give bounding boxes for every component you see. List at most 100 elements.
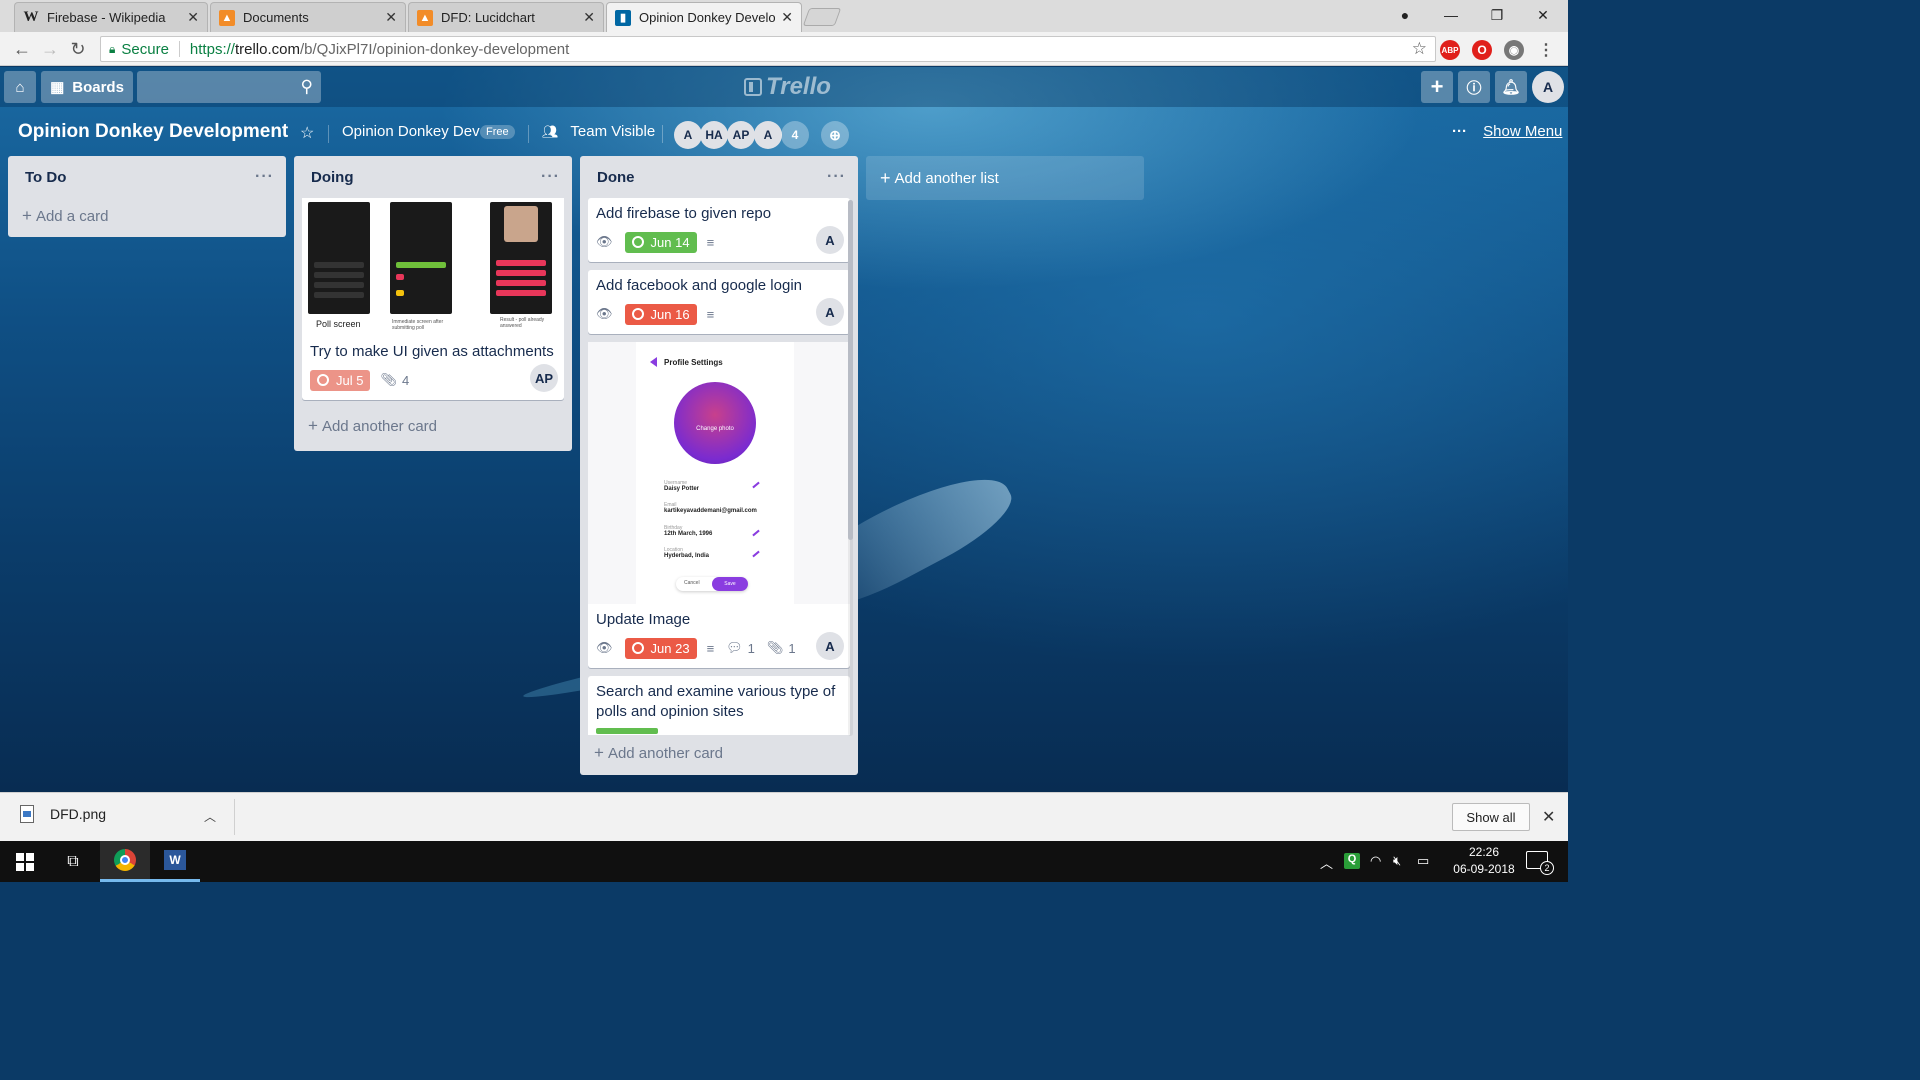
board-title[interactable]: Opinion Donkey Development (18, 121, 288, 143)
show-all-button[interactable]: Show all (1452, 803, 1530, 831)
new-tab-button[interactable] (802, 8, 842, 26)
list-menu-icon[interactable]: ··· (541, 168, 560, 186)
reload-icon[interactable]: ↻ (66, 37, 90, 61)
tab-firebase-wikipedia[interactable]: W Firebase - Wikipedia ✕ (14, 2, 208, 32)
tab-close-icon[interactable]: ✕ (583, 9, 595, 26)
minimize-icon[interactable]: — (1428, 0, 1474, 30)
card-member-avatar[interactable]: A (816, 632, 844, 660)
add-list-label: Add another list (894, 169, 999, 187)
card-cover-image: Profile Settings Change photo Username D… (588, 342, 850, 604)
add-card-button[interactable]: + Add another card (294, 408, 572, 444)
search-input[interactable]: ⚲ (137, 71, 321, 103)
adblock-plus-icon[interactable]: ABP (1440, 40, 1460, 60)
volume-icon[interactable]: 🔇︎ (1393, 853, 1401, 869)
mockup-field: Email kartikeyavaddemani@gmail.com (664, 502, 757, 514)
list-header[interactable]: To Do ··· (8, 156, 286, 198)
window-close-icon[interactable]: ✕ (1520, 0, 1566, 30)
system-clock[interactable]: 22:26 06-09-2018 (1446, 844, 1522, 878)
card-ui-attachments[interactable]: Poll screen Immediate screen after submi… (302, 198, 564, 400)
comment-icon: 💬︎ (726, 640, 743, 655)
add-icon[interactable]: + (1421, 71, 1453, 103)
profile-photo (674, 382, 756, 464)
opera-icon[interactable]: O (1472, 40, 1492, 60)
search-icon[interactable]: ⚲ (301, 77, 313, 97)
card-add-firebase[interactable]: Add firebase to given repo 👁︎ Jun 14 ≡ A (588, 198, 850, 262)
tab-close-icon[interactable]: ✕ (781, 9, 793, 26)
card-member-avatar[interactable]: AP (530, 364, 558, 392)
plus-icon: + (594, 743, 604, 762)
globe-icon[interactable]: ◉ (1504, 40, 1524, 60)
member-avatar[interactable]: AP (727, 121, 755, 149)
bookmark-star-icon[interactable]: ☆ (1412, 39, 1427, 59)
windows-start-icon[interactable] (0, 841, 50, 882)
attachment-badge: 📎︎ 4 (380, 372, 409, 388)
list-title[interactable]: Done (597, 169, 635, 186)
notification-bell-icon[interactable]: 🔔︎ (1495, 71, 1527, 103)
q-app-icon[interactable]: Q (1344, 853, 1360, 869)
trello-logo[interactable]: Trello (744, 73, 831, 101)
tab-opinion-donkey[interactable]: ▮ Opinion Donkey Develop ✕ (606, 2, 802, 32)
star-icon[interactable]: ☆ (300, 123, 314, 143)
team-name[interactable]: Opinion Donkey Dev (342, 123, 480, 140)
show-menu-button[interactable]: ··· Show Menu (1452, 123, 1562, 140)
chevron-up-icon[interactable]: ︿ (204, 808, 216, 825)
info-icon[interactable]: ⓘ (1458, 71, 1490, 103)
browser-toolbar: ← → ↻ 🔒︎ Secure https:// trello.com /b/Q… (0, 32, 1568, 66)
trello-board: ⌂ ▦ Boards ⚲ Trello + ⓘ 🔔︎ A Opinion Don… (0, 67, 1568, 792)
lucidchart-favicon-icon: ▲ (219, 9, 235, 26)
due-date-text: Jul 5 (336, 372, 364, 388)
restore-icon[interactable]: ❐ (1474, 0, 1520, 30)
due-date-text: Jun 23 (650, 640, 690, 656)
card-member-avatar[interactable]: A (816, 226, 844, 254)
visibility-button[interactable]: 👥︎ Team Visible (542, 123, 655, 140)
due-date-badge[interactable]: Jun 23 (624, 637, 697, 659)
card-social-login[interactable]: Add facebook and google login 👁︎ Jun 16 … (588, 270, 850, 334)
list-header[interactable]: Done ··· (580, 156, 858, 198)
add-card-button[interactable]: + Add another card (580, 735, 858, 771)
tab-dfd-lucidchart[interactable]: ▲ DFD: Lucidchart ✕ (408, 2, 604, 32)
user-avatar[interactable]: A (1532, 71, 1564, 103)
chrome-taskbar-icon[interactable] (100, 841, 150, 882)
list-menu-icon[interactable]: ··· (255, 168, 274, 186)
tab-title: Firebase - Wikipedia (47, 10, 166, 25)
chevron-up-icon[interactable]: ︿ (1320, 853, 1333, 872)
tab-documents[interactable]: ▲ Documents ✕ (210, 2, 406, 32)
tab-close-icon[interactable]: ✕ (385, 9, 397, 26)
card-member-avatar[interactable]: A (816, 298, 844, 326)
list-cards-scroll[interactable]: Add firebase to given repo 👁︎ Jun 14 ≡ A… (580, 198, 858, 735)
home-icon[interactable]: ⌂ (4, 71, 36, 103)
list-header[interactable]: Doing ··· (294, 156, 572, 198)
address-bar[interactable]: 🔒︎ Secure https:// trello.com /b/QJixPl7… (100, 36, 1436, 62)
add-list-button[interactable]: + Add another list (866, 156, 1144, 200)
due-date-badge[interactable]: Jun 16 (624, 303, 697, 325)
list-title[interactable]: Doing (311, 169, 354, 186)
due-date-badge[interactable]: Jul 5 (310, 369, 371, 391)
boards-button[interactable]: ▦ Boards (41, 71, 133, 103)
add-card-button[interactable]: + Add a card (8, 198, 286, 234)
member-avatar[interactable]: A (754, 121, 782, 149)
battery-icon[interactable]: ▭ (1417, 853, 1429, 869)
member-count-badge[interactable]: 4 (781, 121, 809, 149)
clock-time: 22:26 (1468, 845, 1500, 859)
due-date-badge[interactable]: Jun 14 (624, 231, 697, 253)
word-taskbar-icon[interactable]: W (150, 841, 200, 882)
member-avatar[interactable]: A (674, 121, 702, 149)
tab-close-icon[interactable]: ✕ (187, 9, 199, 26)
menu-icon[interactable]: ⋮ (1536, 40, 1556, 60)
card-update-image[interactable]: Profile Settings Change photo Username D… (588, 342, 850, 668)
member-avatar[interactable]: HA (700, 121, 728, 149)
list-menu-icon[interactable]: ··· (827, 168, 846, 186)
back-arrow-icon[interactable]: ← (10, 37, 34, 61)
wifi-icon[interactable]: ◠ (1370, 853, 1381, 869)
forward-arrow-icon[interactable]: → (38, 37, 62, 61)
profile-icon[interactable]: ● (1382, 0, 1428, 30)
task-view-icon[interactable]: ⧉ (48, 841, 98, 882)
list-title[interactable]: To Do (25, 169, 66, 186)
download-item[interactable]: DFD.png (20, 805, 106, 823)
list-scrollbar-thumb[interactable] (848, 200, 853, 540)
cover-caption: Result - poll already answered (500, 317, 545, 329)
close-icon[interactable]: ✕ (1542, 807, 1555, 827)
action-center-icon[interactable]: 2 (1526, 851, 1554, 875)
invite-member-icon[interactable]: ⊕ (821, 121, 849, 149)
card-search-polls[interactable]: Search and examine various type of polls… (588, 676, 850, 735)
